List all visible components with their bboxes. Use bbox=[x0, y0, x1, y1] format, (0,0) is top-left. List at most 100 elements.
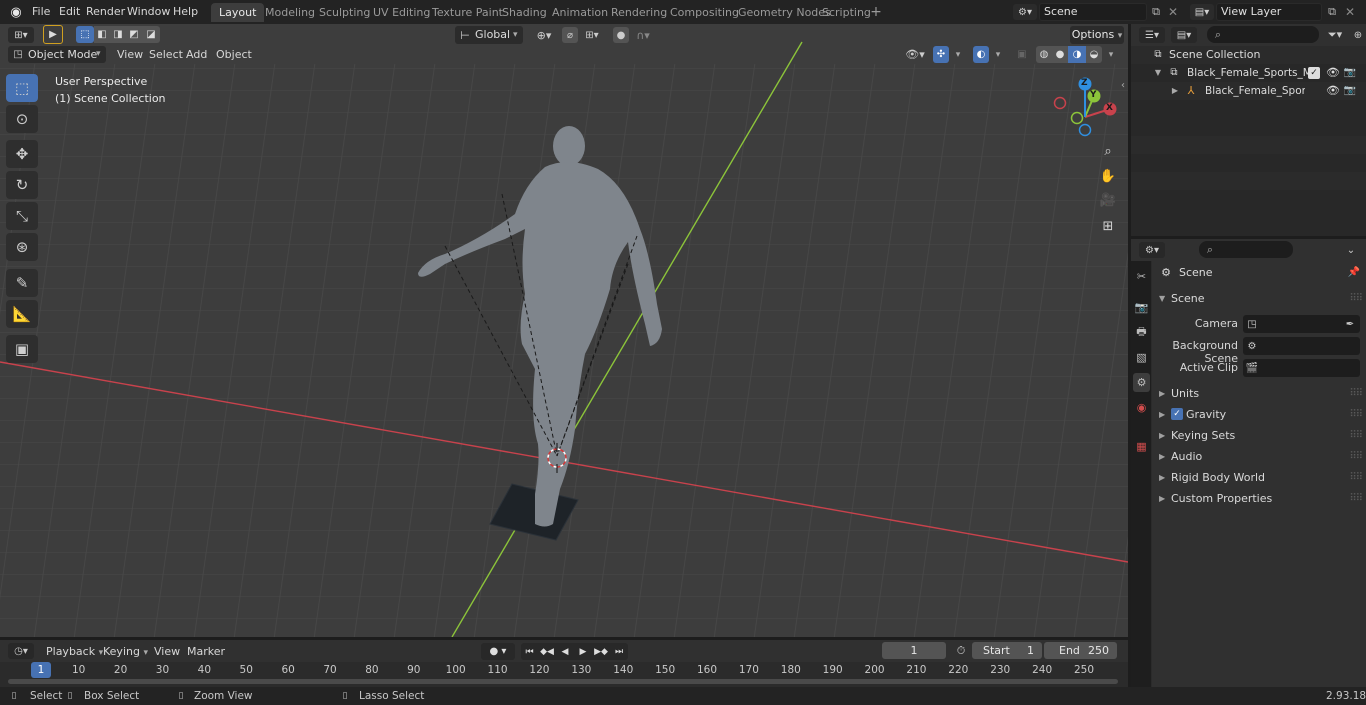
display-mode-icon[interactable]: ▤▾ bbox=[1171, 27, 1197, 43]
outliner-row-armature[interactable]: ▶ ⅄ Black_Female_Sports_Ma 👁 📷 bbox=[1131, 82, 1366, 100]
camera-render-icon[interactable]: 📷 bbox=[1343, 84, 1357, 98]
falloff-icon[interactable]: ∩▾ bbox=[631, 27, 655, 43]
play-reverse-icon[interactable]: ◀ bbox=[556, 643, 574, 660]
gizmo-toggle-icon[interactable]: ✣ bbox=[933, 46, 949, 63]
gizmo-z-label[interactable]: Z bbox=[1081, 78, 1090, 88]
editor-type-icon[interactable]: ◷▾ bbox=[8, 643, 34, 659]
new-collection-icon[interactable]: ⊕ bbox=[1351, 27, 1365, 43]
pan-hand-icon[interactable]: ✋ bbox=[1097, 165, 1119, 187]
units-section[interactable]: ▶ Units ⠿⠿ bbox=[1152, 383, 1366, 404]
blender-logo-icon[interactable]: ◉ bbox=[8, 4, 24, 20]
drag-handle-icon[interactable]: ⠿⠿ bbox=[1349, 446, 1363, 467]
camera-render-icon[interactable]: 📷 bbox=[1343, 66, 1357, 80]
editor-type-icon[interactable]: ⊞▾ bbox=[8, 27, 34, 43]
timeline-scrollbar[interactable] bbox=[8, 679, 1118, 684]
expand-arrow-icon[interactable]: ▶ bbox=[1170, 84, 1180, 98]
view-layer-tab-icon[interactable]: ▧ bbox=[1133, 348, 1150, 367]
rotate-tool-icon[interactable]: ↻ bbox=[6, 171, 38, 199]
eyedropper-icon[interactable]: ✒ bbox=[1344, 317, 1356, 331]
add-workspace-icon[interactable]: + bbox=[869, 4, 883, 20]
gizmo-x-label[interactable]: X bbox=[1106, 103, 1115, 113]
view-layer-field[interactable]: View Layer bbox=[1216, 3, 1322, 21]
editor-type-icon[interactable]: ⚙▾ bbox=[1139, 242, 1165, 258]
gizmo-y-label[interactable]: Y bbox=[1090, 90, 1099, 100]
overlay-toggle-icon[interactable]: ◐ bbox=[973, 46, 989, 63]
stopwatch-icon[interactable]: ⏱ bbox=[953, 643, 969, 659]
properties-search-input[interactable]: ⌕ bbox=[1199, 241, 1293, 258]
transform-tool-icon[interactable]: ⊛ bbox=[6, 233, 38, 261]
custom-properties-section[interactable]: ▶ Custom Properties ⠿⠿ bbox=[1152, 488, 1366, 509]
drag-handle-icon[interactable]: ⠿⠿ bbox=[1349, 467, 1363, 488]
view-layer-selector-icon[interactable]: ▤▾ bbox=[1190, 4, 1214, 20]
select-invert-icon[interactable]: ◩ bbox=[126, 26, 142, 43]
render-tab-icon[interactable]: 📷 bbox=[1133, 298, 1150, 317]
current-frame-field[interactable]: 1 bbox=[882, 642, 946, 659]
snap-toggle-icon[interactable]: ⌀ bbox=[562, 27, 578, 43]
play-icon[interactable]: ▶ bbox=[574, 643, 592, 660]
tool-tab-icon[interactable]: ✂ bbox=[1133, 267, 1150, 286]
rigid-body-world-section[interactable]: ▶ Rigid Body World ⠿⠿ bbox=[1152, 467, 1366, 488]
measure-tool-icon[interactable]: 📐 bbox=[6, 300, 38, 328]
output-tab-icon[interactable]: 🖶 bbox=[1133, 323, 1150, 342]
new-view-layer-icon[interactable]: ⧉ bbox=[1324, 4, 1340, 20]
drag-handle-icon[interactable]: ⠿⠿ bbox=[1349, 288, 1363, 309]
proportional-edit-icon[interactable]: ● bbox=[613, 27, 629, 43]
exclude-checkbox[interactable]: ✓ bbox=[1308, 67, 1320, 79]
camera-view-icon[interactable]: 🎥 bbox=[1097, 189, 1119, 211]
record-icon[interactable]: ● ▾ bbox=[481, 643, 515, 660]
drag-handle-icon[interactable]: ⠿⠿ bbox=[1349, 383, 1363, 404]
next-keyframe-icon[interactable]: ▶◆ bbox=[592, 643, 610, 660]
mode-dropdown[interactable]: ◳ Object Mode ▾ bbox=[8, 46, 106, 63]
menu-view[interactable]: View bbox=[112, 46, 148, 63]
keying-sets-section[interactable]: ▶ Keying Sets ⠿⠿ bbox=[1152, 425, 1366, 446]
outliner-search-input[interactable]: ⌕ bbox=[1207, 26, 1319, 43]
scene-selector-icon[interactable]: ⚙▾ bbox=[1013, 4, 1037, 20]
transform-orientation-dropdown[interactable]: ⊢ Global ▾ bbox=[455, 26, 523, 44]
scene-panel-header[interactable]: ▼ Scene ⠿⠿ bbox=[1152, 288, 1366, 309]
chevron-down-icon[interactable]: ▾ bbox=[991, 46, 1005, 63]
end-frame-field[interactable]: End 250 bbox=[1044, 642, 1117, 659]
select-subtract-icon[interactable]: ◨ bbox=[110, 26, 126, 43]
cursor-tool-icon[interactable]: ⊙ bbox=[6, 105, 38, 133]
solid-shading-icon[interactable]: ● bbox=[1052, 46, 1068, 63]
3d-viewport[interactable]: X Y Z ⊞▾ ▶ ⬚ ◧ ◨ ◩ ◪ ⊢ Global ▾ ⊕▾ ⌀ ⊞▾ … bbox=[0, 24, 1128, 637]
editor-type-icon[interactable]: ☰▾ bbox=[1139, 27, 1165, 43]
menu-add[interactable]: Add bbox=[181, 46, 212, 63]
drag-handle-icon[interactable]: ⠿⠿ bbox=[1349, 404, 1363, 425]
scene-name-field[interactable]: Scene bbox=[1039, 3, 1147, 21]
rendered-shading-icon[interactable]: ◒ bbox=[1086, 46, 1102, 63]
wireframe-shading-icon[interactable]: ◍ bbox=[1036, 46, 1052, 63]
audio-section[interactable]: ▶ Audio ⠿⠿ bbox=[1152, 446, 1366, 467]
menu-file[interactable]: File bbox=[26, 3, 56, 20]
outliner-row-collection[interactable]: ▼ ⧉ Black_Female_Sports_Manne ✓ 👁 📷 bbox=[1131, 64, 1366, 82]
menu-help[interactable]: Help bbox=[167, 3, 204, 20]
world-tab-icon[interactable]: ◉ bbox=[1133, 398, 1150, 417]
select-extend-icon[interactable]: ◧ bbox=[94, 26, 110, 43]
gravity-checkbox[interactable]: ✓ bbox=[1171, 408, 1183, 420]
zoom-icon[interactable]: ⌕ bbox=[1097, 140, 1119, 162]
chevron-down-icon[interactable]: ▾ bbox=[951, 46, 965, 63]
filter-icon[interactable]: ⏷▾ bbox=[1323, 27, 1347, 43]
background-scene-field[interactable]: ⚙ bbox=[1243, 337, 1360, 355]
chevron-down-icon[interactable]: ⌄ bbox=[1343, 242, 1359, 258]
annotate-tool-icon[interactable]: ✎ bbox=[6, 269, 38, 297]
menu-keying[interactable]: Keying ▾ bbox=[98, 643, 153, 660]
outliner-row-scene-collection[interactable]: ⧉ Scene Collection bbox=[1131, 46, 1366, 64]
drag-handle-icon[interactable]: ⠿⠿ bbox=[1349, 488, 1363, 509]
scale-tool-icon[interactable]: ⤡ bbox=[6, 202, 38, 230]
close-icon[interactable]: ✕ bbox=[1166, 4, 1180, 20]
gravity-section[interactable]: ▶ ✓ Gravity ⠿⠿ bbox=[1152, 404, 1366, 425]
select-box-tool-icon[interactable]: ⬚ bbox=[6, 74, 38, 102]
snap-target-icon[interactable]: ⊞▾ bbox=[580, 27, 604, 43]
add-cube-tool-icon[interactable]: ▣ bbox=[6, 335, 38, 363]
menu-view[interactable]: View bbox=[149, 643, 185, 660]
close-icon[interactable]: ✕ bbox=[1342, 4, 1358, 20]
scene-tab-icon[interactable]: ⚙ bbox=[1133, 373, 1150, 392]
menu-object[interactable]: Object bbox=[211, 46, 257, 63]
camera-field[interactable]: ◳ ✒ bbox=[1243, 315, 1360, 333]
options-dropdown[interactable]: Options ▾ bbox=[1070, 26, 1124, 44]
select-tool-icon[interactable]: ▶ bbox=[43, 25, 63, 44]
select-new-icon[interactable]: ⬚ bbox=[76, 26, 94, 43]
active-clip-field[interactable]: 🎬 bbox=[1243, 359, 1360, 377]
texture-tab-icon[interactable]: ▦ bbox=[1133, 437, 1150, 456]
